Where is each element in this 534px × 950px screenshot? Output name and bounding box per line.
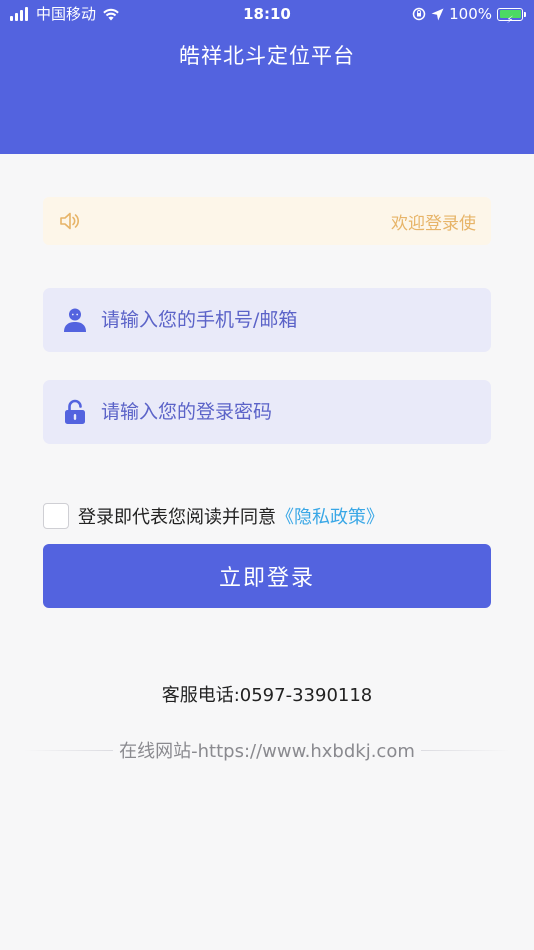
location-arrow-icon: [431, 8, 444, 20]
agreement-row: 登录即代表您阅读并同意 《隐私政策》: [43, 501, 384, 531]
app-title: 皓祥北斗定位平台: [179, 44, 355, 68]
notice-banner: 欢迎登录使: [43, 197, 491, 245]
agreement-checkbox[interactable]: [43, 503, 69, 529]
battery-cap: [524, 11, 526, 17]
battery-percent: 100%: [449, 5, 492, 23]
agreement-text: 登录即代表您阅读并同意: [78, 507, 276, 528]
user-icon: [64, 308, 86, 332]
status-right: 100% ⚡: [412, 0, 526, 28]
account-field[interactable]: [43, 288, 491, 352]
orientation-lock-icon: [412, 7, 426, 21]
lock-icon: [65, 399, 85, 424]
status-bar: 中国移动 18:10 100% ⚡: [0, 0, 534, 28]
account-input[interactable]: [101, 288, 491, 352]
website-text: 在线网站-https://www.hxbdkj.com: [119, 741, 415, 762]
website-row: 在线网站-https://www.hxbdkj.com: [24, 738, 511, 762]
privacy-policy-link[interactable]: 《隐私政策》: [276, 503, 384, 529]
divider-left: [24, 749, 114, 751]
service-hotline: 客服电话:0597-3390118: [161, 685, 373, 706]
battery-charging-icon: ⚡: [497, 7, 523, 26]
speaker-icon: [60, 212, 80, 230]
notice-text: 欢迎登录使: [391, 213, 476, 234]
header: 中国移动 18:10 100% ⚡ 皓祥北斗定位平台: [0, 0, 534, 154]
divider-right: [420, 749, 511, 751]
password-input[interactable]: [101, 380, 491, 444]
password-field[interactable]: [43, 380, 491, 444]
charging-bolt-icon: ⚡: [506, 14, 514, 26]
login-button[interactable]: 立即登录: [43, 544, 491, 608]
